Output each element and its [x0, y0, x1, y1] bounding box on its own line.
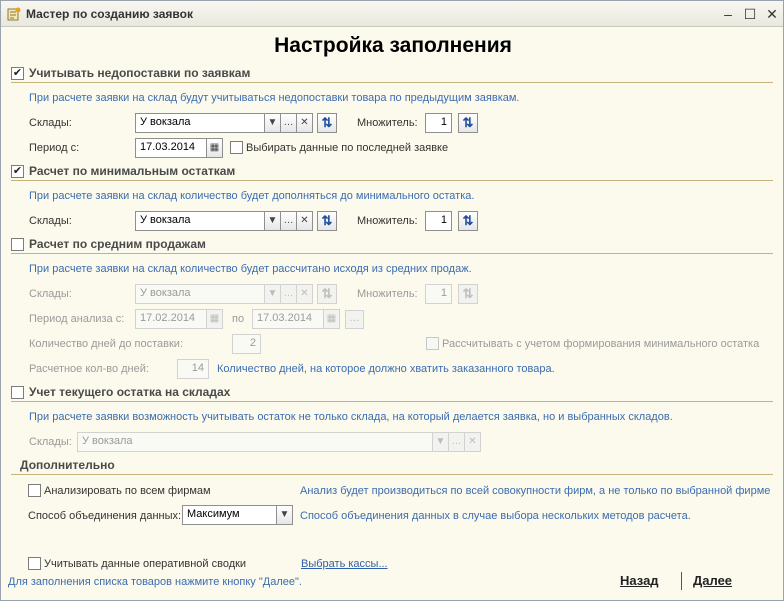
current-stock-checkbox[interactable]	[11, 386, 24, 399]
avg-sales-checkbox[interactable]	[11, 238, 24, 251]
avg-period-from-field[interactable]: 17.02.2014	[135, 309, 207, 329]
title-bar: Мастер по созданию заявок – ☐ ✕	[1, 1, 783, 27]
dropdown-icon[interactable]: ▼	[265, 211, 281, 231]
shortages-period-label: Период с:	[29, 142, 80, 154]
avg-period-to-label: по	[232, 313, 245, 325]
min-stock-checkbox[interactable]: ✔	[11, 165, 24, 178]
combine-method-select[interactable]: Максимум	[182, 505, 277, 525]
min-multiplier-label: Множитель:	[357, 215, 418, 227]
select-ellipsis-button[interactable]: …	[281, 211, 297, 231]
avg-warehouses-field[interactable]: У вокзала	[135, 284, 265, 304]
section-divider	[11, 474, 773, 475]
back-button[interactable]: Назад	[620, 573, 659, 588]
last-request-label: Выбирать данные по последней заявке	[246, 142, 449, 154]
next-button[interactable]: Далее	[693, 573, 732, 588]
select-ellipsis-button[interactable]: …	[281, 113, 297, 133]
combine-note: Способ объединения данных в случае выбор…	[300, 510, 691, 522]
section-divider	[11, 401, 773, 402]
clear-icon[interactable]: ✕	[297, 211, 313, 231]
calc-days-field[interactable]: 14	[177, 359, 209, 379]
calendar-icon[interactable]: ▦	[207, 309, 223, 329]
avg-period-label: Период анализа с:	[29, 313, 125, 325]
wizard-window: Мастер по созданию заявок – ☐ ✕ Настройк…	[0, 0, 784, 601]
period-select-button[interactable]: …	[345, 310, 364, 329]
min-multiplier-field[interactable]: 1	[425, 211, 452, 231]
section-divider	[11, 253, 773, 254]
app-icon	[7, 7, 21, 21]
min-warehouses-field[interactable]: У вокзала	[135, 211, 265, 231]
window-title: Мастер по созданию заявок	[26, 7, 193, 21]
shortages-description: При расчете заявки на склад будут учитыв…	[29, 92, 520, 104]
min-stock-section-title: Расчет по минимальным остаткам	[29, 164, 236, 178]
clear-icon[interactable]: ✕	[297, 113, 313, 133]
section-divider	[11, 82, 773, 83]
avg-sales-section-title: Расчет по средним продажам	[29, 237, 206, 251]
close-icon[interactable]: ✕	[763, 5, 781, 23]
calendar-icon[interactable]: ▦	[207, 138, 223, 158]
section-divider	[11, 180, 773, 181]
nav-divider	[681, 572, 682, 590]
dropdown-icon[interactable]: ▼	[277, 505, 293, 525]
select-ellipsis-button[interactable]: …	[281, 284, 297, 304]
select-ellipsis-button[interactable]: …	[449, 432, 465, 452]
sort-arrows-icon[interactable]: ⇅	[458, 284, 478, 304]
maximize-icon[interactable]: ☐	[741, 5, 759, 23]
current-stock-description: При расчете заявки возможность учитывать…	[29, 411, 673, 423]
min-stock-description: При расчете заявки на склад количество б…	[29, 190, 475, 202]
page-heading: Настройка заполнения	[274, 34, 512, 57]
avg-multiplier-field[interactable]: 1	[425, 284, 452, 304]
avg-days-field[interactable]: 2	[232, 334, 261, 354]
footer-hint: Для заполнения списка товаров нажмите кн…	[8, 576, 302, 588]
clear-icon[interactable]: ✕	[297, 284, 313, 304]
avg-days-label: Количество дней до поставки:	[29, 338, 183, 350]
dropdown-icon[interactable]: ▼	[265, 284, 281, 304]
dropdown-icon[interactable]: ▼	[265, 113, 281, 133]
sort-arrows-icon[interactable]: ⇅	[458, 113, 478, 133]
shortages-period-field[interactable]: 17.03.2014	[135, 138, 207, 158]
current-stock-section-title: Учет текущего остатка на складах	[29, 385, 231, 399]
shortages-warehouses-field[interactable]: У вокзала	[135, 113, 265, 133]
avg-warehouses-label: Склады:	[29, 288, 72, 300]
operative-summary-label: Учитывать данные оперативной сводки	[44, 558, 247, 570]
shortages-section-title: Учитывать недопоставки по заявкам	[29, 66, 251, 80]
calc-days-label: Расчетное кол-во дней:	[29, 363, 149, 375]
stock-warehouses-field[interactable]: У вокзала	[77, 432, 433, 452]
shortages-multiplier-label: Множитель:	[357, 117, 418, 129]
shortages-warehouses-label: Склады:	[29, 117, 72, 129]
combine-label: Способ объединения данных:	[28, 510, 182, 522]
stock-warehouses-label: Склады:	[29, 436, 72, 448]
sort-arrows-icon[interactable]: ⇅	[317, 113, 337, 133]
min-warehouses-label: Склады:	[29, 215, 72, 227]
sort-arrows-icon[interactable]: ⇅	[458, 211, 478, 231]
extra-section-title: Дополнительно	[20, 458, 115, 472]
avg-multiplier-label: Множитель:	[357, 288, 418, 300]
all-firms-label: Анализировать по всем фирмам	[44, 485, 211, 497]
consider-min-label: Рассчитывать с учетом формирования миним…	[442, 338, 760, 350]
sort-arrows-icon[interactable]: ⇅	[317, 211, 337, 231]
all-firms-note: Анализ будет производиться по всей совок…	[300, 485, 771, 497]
operative-summary-checkbox[interactable]	[28, 557, 41, 570]
avg-period-to-field[interactable]: 17.03.2014	[252, 309, 324, 329]
last-request-checkbox[interactable]	[230, 141, 243, 154]
dropdown-icon[interactable]: ▼	[433, 432, 449, 452]
minimize-icon[interactable]: –	[719, 5, 737, 23]
calc-days-note: Количество дней, на которое должно хвати…	[217, 363, 555, 375]
sort-arrows-icon[interactable]: ⇅	[317, 284, 337, 304]
all-firms-checkbox[interactable]	[28, 484, 41, 497]
select-cash-link[interactable]: Выбрать кассы...	[301, 558, 388, 570]
shortages-multiplier-field[interactable]: 1	[425, 113, 452, 133]
avg-sales-description: При расчете заявки на склад количество б…	[29, 263, 472, 275]
clear-icon[interactable]: ✕	[465, 432, 481, 452]
calendar-icon[interactable]: ▦	[324, 309, 340, 329]
consider-min-checkbox[interactable]	[426, 337, 439, 350]
shortages-checkbox[interactable]: ✔	[11, 67, 24, 80]
